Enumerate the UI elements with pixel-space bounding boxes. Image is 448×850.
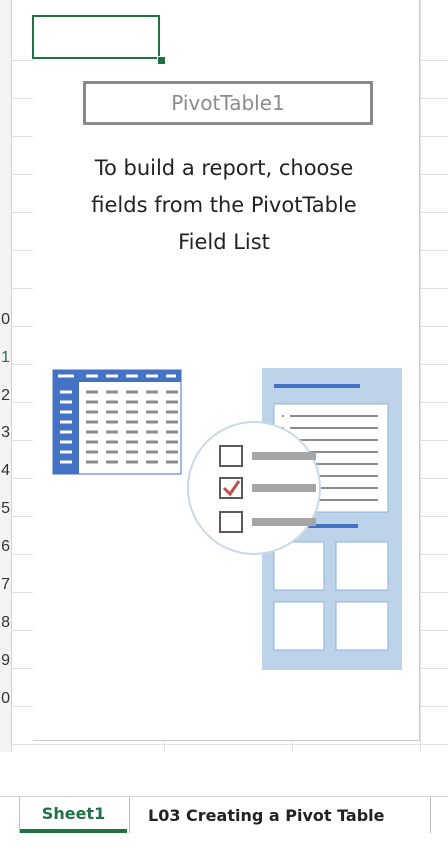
instruction-line: To build a report, choose xyxy=(94,156,354,180)
row-header[interactable]: 8 xyxy=(0,614,10,632)
fill-handle[interactable] xyxy=(157,56,166,65)
row-header[interactable]: 3 xyxy=(0,424,10,442)
worksheet-grid[interactable]: 0 1 2 3 4 5 6 7 8 9 0 PivotTable1 To bui… xyxy=(0,0,448,752)
checklist-circle-icon xyxy=(187,421,321,555)
sheet-tab-l03-creating-a-pivot-table[interactable]: L03 Creating a Pivot Table xyxy=(130,797,428,833)
row-header-selected[interactable]: 1 xyxy=(0,349,10,367)
row-header[interactable]: 0 xyxy=(0,311,10,329)
pivot-table-name: PivotTable1 xyxy=(171,91,285,115)
instruction-line: fields from the PivotTable xyxy=(91,193,357,217)
gridline xyxy=(420,0,421,752)
row-header[interactable]: 9 xyxy=(0,652,10,670)
pivot-instructions: To build a report, choose fields from th… xyxy=(52,150,396,261)
gridline xyxy=(11,744,448,745)
row-header[interactable]: 7 xyxy=(0,576,10,594)
sheet-tab-sheet1[interactable]: Sheet1 xyxy=(20,797,127,833)
row-header[interactable]: 6 xyxy=(0,538,10,556)
row-header-strip[interactable]: 0 1 2 3 4 5 6 7 8 9 0 xyxy=(0,0,12,752)
table-icon xyxy=(52,369,182,475)
sheet-tab-label: Sheet1 xyxy=(41,803,106,823)
row-header[interactable]: 5 xyxy=(0,500,10,518)
pivot-field-list-illustration xyxy=(52,368,402,670)
tab-divider xyxy=(430,797,431,833)
row-header[interactable]: 4 xyxy=(0,462,10,480)
sheet-tab-bar: Sheet1 L03 Creating a Pivot Table xyxy=(0,796,448,833)
active-cell[interactable] xyxy=(32,15,160,59)
row-header[interactable]: 2 xyxy=(0,387,10,405)
row-header[interactable]: 0 xyxy=(0,690,10,708)
instruction-line: Field List xyxy=(178,230,270,254)
sheet-tab-label: L03 Creating a Pivot Table xyxy=(148,805,385,825)
pivot-table-name-label: PivotTable1 xyxy=(83,81,373,125)
